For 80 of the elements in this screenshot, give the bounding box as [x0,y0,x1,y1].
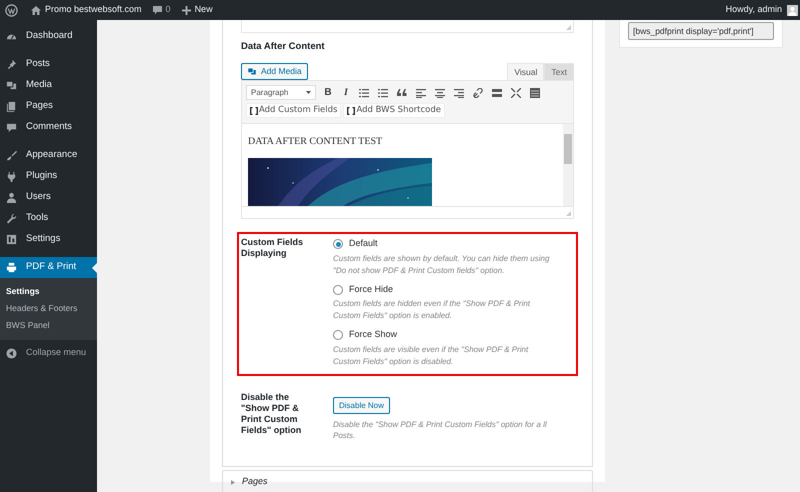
align-left-icon[interactable] [416,88,426,98]
sidebar-menu-item[interactable]: Pages [0,96,97,117]
shortcode-button[interactable]: Add Custom Fields [246,103,342,118]
radio-button[interactable] [333,330,343,340]
greeting-link[interactable]: Howdy, admin [726,3,782,17]
collapse-icon[interactable] [6,348,17,358]
new-link[interactable]: New [194,3,213,17]
comments-count[interactable]: 0 [166,3,171,17]
sidebar-menu-item[interactable]: Settings [0,229,97,250]
numbered-list-icon[interactable] [378,88,388,98]
collapse-menu-link[interactable]: Collapse menu [26,346,86,360]
wordpress-logo-icon[interactable] [5,4,18,16]
sidebar-menu-item[interactable]: Users [0,187,97,208]
toolbar-toggle-icon[interactable] [530,88,540,98]
add-media-button[interactable]: Add Media [241,63,308,80]
plug-icon [6,171,17,182]
bullet-list-icon[interactable] [359,88,369,98]
media-icon [247,67,257,76]
editor-tab[interactable]: Visual [507,63,544,80]
sidebar-menu-item[interactable]: Media [0,75,97,96]
wrench-icon [6,213,17,224]
brush-icon [6,150,17,161]
media-icon [6,80,17,91]
content-text: DATA AFTER CONTENT TEST [248,135,384,150]
radio-button[interactable] [333,239,343,249]
radio-label[interactable]: Force Hide [349,282,394,296]
sidebar-menu-item[interactable]: PDF & Print [0,257,97,278]
field-label: Custom Fields Displaying [241,237,304,260]
align-center-icon[interactable] [435,88,445,98]
sidebar-menu-item[interactable]: Appearance [0,145,97,166]
comment-icon [6,122,17,133]
read-more-icon[interactable] [492,88,502,98]
option-description: Custom fields are shown by default. You can hide them using "Do not show PDF & Print Custom fields" option. [333,252,550,277]
option-description: Custom fields are hidden even if the "Show PDF & Print Custom Fields" option is enabled. [333,298,532,322]
submenu-item[interactable]: Headers & Footers [0,300,97,317]
settings-icon [6,234,17,245]
printer-icon [6,262,17,273]
sidebar-menu-item[interactable]: Comments [0,117,97,138]
section-title: Data After Content [241,40,326,54]
radio-button[interactable] [333,284,343,294]
format-dropdown[interactable]: Paragraph [246,85,316,100]
comment-icon[interactable] [152,6,162,14]
sidebar-menu-item[interactable]: Posts [0,54,97,75]
avatar-icon[interactable] [787,4,798,16]
bold-button[interactable]: B [323,85,333,100]
option-description: Disable the "Show PDF & Print Custom Fields" option for a ll Posts. [333,418,548,441]
plus-icon[interactable] [182,6,191,14]
radio-label[interactable]: Default [349,237,378,251]
align-right-icon[interactable] [454,88,464,98]
pin-icon [6,59,17,70]
bracket-icon [250,106,258,115]
shortcode-button[interactable]: Add BWS Shortcode [343,103,445,118]
sidebar-menu-item[interactable]: Dashboard [0,26,97,47]
italic-button[interactable]: I [341,85,351,100]
scrollbar[interactable] [563,124,573,206]
resize-handle-icon[interactable] [566,211,571,216]
expand-arrow-icon [231,480,235,484]
resize-handle-icon[interactable] [566,25,571,30]
link-icon[interactable] [473,88,483,98]
sidebar-menu-item[interactable]: Plugins [0,166,97,187]
collapsible-section[interactable]: Pages [222,470,593,492]
field-label: Disable the "Show PDF & Print Custom Fields" option [241,392,302,437]
disable-now-button[interactable]: Disable Now [333,397,390,414]
user-icon [6,192,17,203]
shortcode-field[interactable]: [bws_pdfprint display='pdf,print'] [628,22,774,40]
bracket-icon [347,106,356,115]
radio-label[interactable]: Force Show [349,328,398,342]
submenu-item[interactable]: BWS Panel [0,317,97,334]
section-heading: Pages [242,475,268,488]
editor-tab[interactable]: Text [544,63,574,80]
current-pointer [92,263,97,273]
home-icon[interactable] [31,6,41,14]
pages-icon [6,101,17,112]
fullscreen-icon[interactable] [511,88,521,98]
option-description: Custom fields are visible even if the "Show PDF & Print Custom Fields" option is disabled. [333,344,530,368]
caret-icon [306,91,311,94]
sidebar-menu-item[interactable]: Tools [0,208,97,229]
quote-icon[interactable] [397,88,407,98]
submenu-item[interactable]: Settings [0,283,97,300]
site-name-link[interactable]: Promo bestwebsoft.com [45,3,142,17]
